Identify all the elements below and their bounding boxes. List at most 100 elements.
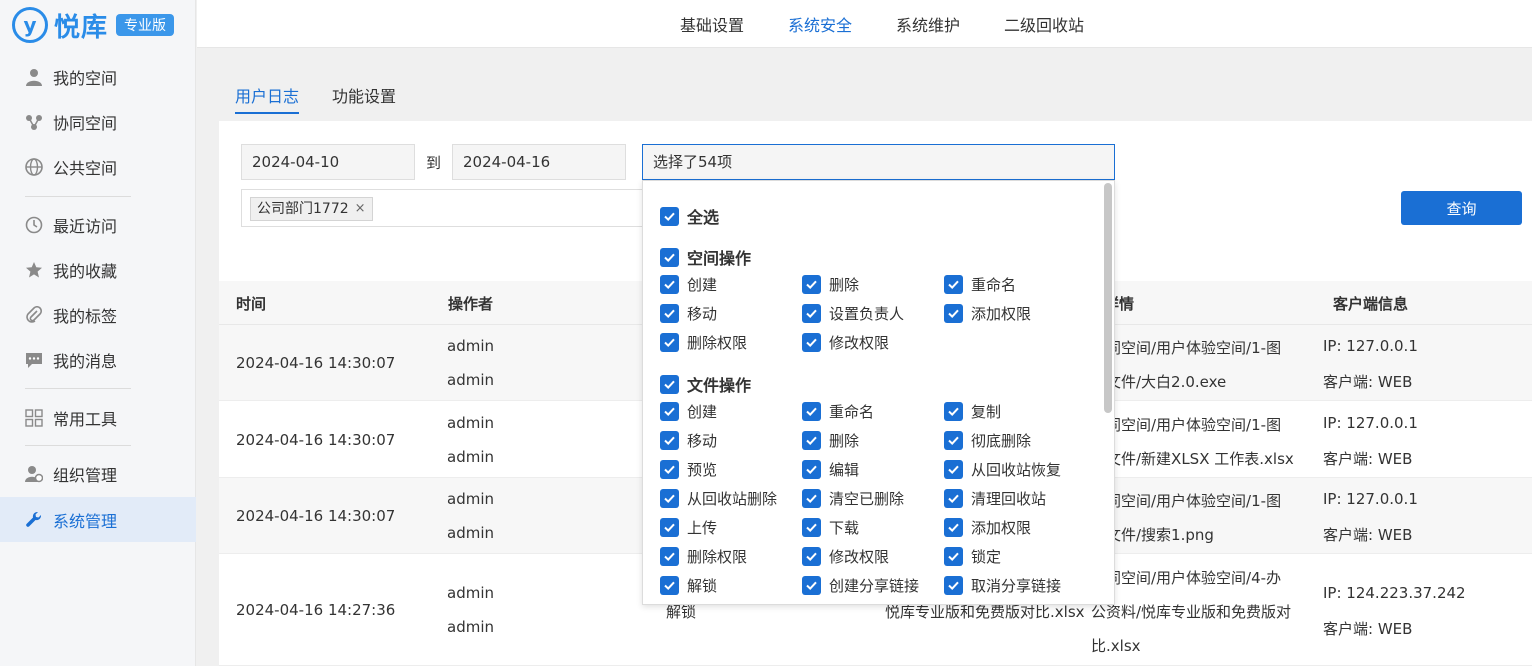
date-range-separator: 到 xyxy=(426,154,442,172)
checkbox-checked-icon xyxy=(802,547,821,566)
user-icon xyxy=(25,68,43,86)
sidebar-item-tools[interactable]: 常用工具 xyxy=(0,395,196,440)
checkbox-checked-icon xyxy=(802,460,821,479)
sidebar-item-label: 协同空间 xyxy=(53,113,118,133)
checkbox-select-all[interactable]: 全选 xyxy=(660,204,719,228)
checkbox-label: 重命名 xyxy=(829,403,875,421)
sidebar-item-recent[interactable]: 最近访问 xyxy=(0,202,196,247)
row-client: 客户端: WEB xyxy=(1323,526,1413,544)
remove-tag-icon[interactable]: × xyxy=(355,198,366,220)
checkbox-label: 删除权限 xyxy=(687,334,748,352)
checkbox-checked-icon xyxy=(660,304,679,323)
col-time: 时间 xyxy=(236,295,267,313)
checkbox-checked-icon xyxy=(944,460,963,479)
checkbox-label: 修改权限 xyxy=(829,334,890,352)
checkbox-option[interactable]: 修改权限 xyxy=(802,332,889,353)
sidebar-item-org[interactable]: 组织管理 xyxy=(0,451,196,496)
checkbox-option[interactable]: 创建 xyxy=(660,401,717,422)
sidebar-item-label: 系统管理 xyxy=(53,511,118,531)
checkbox-option[interactable]: 移动 xyxy=(660,430,717,451)
checkbox-checked-icon xyxy=(944,275,963,294)
sidebar-item-my-space[interactable]: 我的空间 xyxy=(0,54,196,99)
tab-basic-settings[interactable]: 基础设置 xyxy=(680,12,744,36)
checkbox-option[interactable]: 取消分享链接 xyxy=(944,575,1061,596)
globe-icon xyxy=(25,157,43,176)
checkbox-label: 上传 xyxy=(687,519,718,537)
department-filter[interactable]: 公司部门1772 × xyxy=(241,189,645,227)
row-operator: admin xyxy=(447,584,494,602)
checkbox-option[interactable]: 添加权限 xyxy=(944,517,1031,538)
checkbox-label: 创建分享链接 xyxy=(829,577,920,595)
row-detail: 比.xlsx xyxy=(1091,637,1141,655)
sidebar-item-system[interactable]: 系统管理 xyxy=(0,497,196,542)
grid-icon xyxy=(25,408,43,427)
checkbox-option[interactable]: 彻底删除 xyxy=(944,430,1031,451)
checkbox-option[interactable]: 下载 xyxy=(802,517,859,538)
checkbox-option[interactable]: 删除权限 xyxy=(660,546,747,567)
checkbox-option[interactable]: 复制 xyxy=(944,401,1001,422)
checkbox-option[interactable]: 锁定 xyxy=(944,546,1001,567)
operation-type-dropdown[interactable]: 全选 空间操作 创建 删除 重命名 移动 设置负责人 添加权限 删除权限 修改权限 文件操作 创建 重命… xyxy=(642,180,1115,605)
checkbox-option[interactable]: 创建 xyxy=(660,274,717,295)
col-operator: 操作者 xyxy=(448,295,494,313)
sidebar-item-label: 公共空间 xyxy=(53,158,118,178)
checkbox-option[interactable]: 创建分享链接 xyxy=(802,575,919,596)
subtab-function-settings[interactable]: 功能设置 xyxy=(332,83,396,107)
checkbox-label: 全选 xyxy=(687,208,720,227)
checkbox-option[interactable]: 重命名 xyxy=(944,274,1016,295)
checkbox-option[interactable]: 设置负责人 xyxy=(802,303,904,324)
row-ip: IP: 127.0.0.1 xyxy=(1323,490,1418,508)
wrench-icon xyxy=(25,511,43,529)
checkbox-checked-icon xyxy=(660,374,679,394)
history-icon xyxy=(25,216,43,234)
sidebar-item-collab-space[interactable]: 协同空间 xyxy=(0,99,196,144)
sidebar-item-label: 我的标签 xyxy=(53,306,118,326)
checkbox-option[interactable]: 修改权限 xyxy=(802,546,889,567)
row-client: 客户端: WEB xyxy=(1323,620,1413,638)
brand-logo[interactable]: y 悦库 专业版 xyxy=(12,6,175,44)
checkbox-label: 解锁 xyxy=(687,577,718,595)
row-operator: admin xyxy=(447,414,494,432)
tab-system-security[interactable]: 系统安全 xyxy=(788,12,852,36)
checkbox-option[interactable]: 移动 xyxy=(660,303,717,324)
checkbox-group[interactable]: 空间操作 xyxy=(660,245,751,269)
checkbox-checked-icon xyxy=(944,431,963,450)
checkbox-option[interactable]: 删除权限 xyxy=(660,332,747,353)
operation-type-select[interactable]: 选择了54项 xyxy=(642,144,1115,180)
subtab-user-log[interactable]: 用户日志 xyxy=(235,83,299,107)
checkbox-label: 删除 xyxy=(829,432,860,450)
tab-secondary-recycle-bin[interactable]: 二级回收站 xyxy=(1004,12,1084,36)
checkbox-checked-icon xyxy=(660,431,679,450)
checkbox-label: 重命名 xyxy=(971,276,1017,294)
checkbox-option[interactable]: 清理回收站 xyxy=(944,488,1046,509)
checkbox-option[interactable]: 从回收站删除 xyxy=(660,488,777,509)
checkbox-checked-icon xyxy=(944,576,963,595)
checkbox-option[interactable]: 清空已删除 xyxy=(802,488,904,509)
checkbox-checked-icon xyxy=(944,547,963,566)
dropdown-scrollbar[interactable] xyxy=(1104,183,1112,413)
checkbox-option[interactable]: 编辑 xyxy=(802,459,859,480)
checkbox-group[interactable]: 文件操作 xyxy=(660,372,751,396)
checkbox-option[interactable]: 解锁 xyxy=(660,575,717,596)
tab-system-maintenance[interactable]: 系统维护 xyxy=(896,12,960,36)
sidebar-item-tags[interactable]: 我的标签 xyxy=(0,292,196,337)
sidebar-item-messages[interactable]: 我的消息 xyxy=(0,337,196,382)
checkbox-option[interactable]: 预览 xyxy=(660,459,717,480)
checkbox-option[interactable]: 删除 xyxy=(802,430,859,451)
checkbox-checked-icon xyxy=(660,275,679,294)
checkbox-option[interactable]: 从回收站恢复 xyxy=(944,459,1061,480)
sidebar-item-favorites[interactable]: 我的收藏 xyxy=(0,247,196,292)
row-operator: admin xyxy=(447,337,494,355)
checkbox-option[interactable]: 添加权限 xyxy=(944,303,1031,324)
checkbox-option[interactable]: 删除 xyxy=(802,274,859,295)
checkbox-checked-icon xyxy=(802,518,821,537)
sidebar-item-public-space[interactable]: 公共空间 xyxy=(0,144,196,189)
checkbox-option[interactable]: 上传 xyxy=(660,517,717,538)
checkbox-option[interactable]: 重命名 xyxy=(802,401,874,422)
query-button[interactable]: 查询 xyxy=(1401,191,1522,225)
end-date-input[interactable]: 2024-04-16 15:01:03 xyxy=(452,144,626,205)
row-operator: admin xyxy=(447,371,494,389)
org-icon xyxy=(25,465,43,483)
start-date-input[interactable]: 2024-04-10 15:01:03 xyxy=(241,144,415,205)
sidebar-item-label: 组织管理 xyxy=(53,465,118,485)
